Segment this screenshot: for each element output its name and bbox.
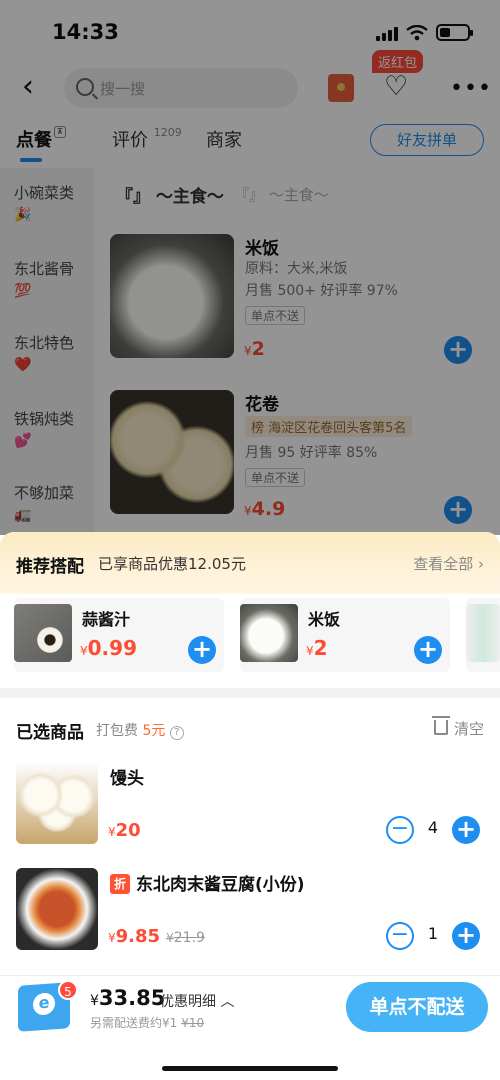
clear-button[interactable]: 清空 xyxy=(454,718,484,739)
recommend-item[interactable]: 蒜酱汁 ¥0.99 + xyxy=(14,598,224,672)
home-indicator xyxy=(162,1066,338,1071)
quantity: 4 xyxy=(427,818,439,837)
quantity: 1 xyxy=(427,924,439,943)
recommend-item-price: ¥2 xyxy=(306,636,328,660)
view-all-link[interactable]: 查看全部 › xyxy=(413,553,484,574)
increase-button[interactable]: + xyxy=(452,816,480,844)
decrease-button[interactable]: − xyxy=(386,922,414,950)
original-price: ¥21.9 xyxy=(166,930,205,946)
cart-item-name: 折东北肉末酱豆腐(小份) xyxy=(110,870,305,895)
recommend-title: 推荐搭配 xyxy=(16,557,84,577)
garlic-sauce-image xyxy=(14,604,72,662)
recommend-item-name: 蒜酱汁 xyxy=(82,610,131,629)
selected-items-panel: 已选商品 打包费 5元 ? 清空 馒头 ¥20 − 4 + 折东北肉末酱豆腐(小… xyxy=(0,688,500,980)
recommend-item-partial[interactable] xyxy=(466,598,500,672)
cart-item: 馒头 ¥20 − 4 + xyxy=(16,762,486,852)
selected-title: 已选商品 xyxy=(16,723,84,743)
total-price: ¥33.85 xyxy=(90,986,166,1010)
cart-count-badge: 5 xyxy=(58,980,78,1000)
rice-image xyxy=(240,604,298,662)
recommend-list: 蒜酱汁 ¥0.99 + 米饭 ¥2 + xyxy=(0,594,500,694)
trash-icon[interactable] xyxy=(432,716,450,735)
cart-item-price: ¥20 xyxy=(108,820,141,841)
add-to-cart-button[interactable]: + xyxy=(414,636,442,664)
recommend-item-name: 米饭 xyxy=(308,610,341,629)
recommend-header: 推荐搭配 已享商品优惠12.05元 查看全部 › xyxy=(0,532,500,594)
help-icon[interactable]: ? xyxy=(169,726,184,740)
delivery-fee-note: 另需配送费约¥1 ¥10 xyxy=(90,1016,205,1030)
recommend-item[interactable]: 米饭 ¥2 + xyxy=(240,598,450,672)
recommend-panel: 推荐搭配 已享商品优惠12.05元 查看全部 › 蒜酱汁 ¥0.99 + 米饭 … xyxy=(0,532,500,694)
checkout-button[interactable]: 单点不配送 xyxy=(346,982,488,1032)
cart-item: 折东北肉末酱豆腐(小份) ¥9.85 ¥21.9 − 1 + xyxy=(16,868,486,958)
original-delivery-fee: ¥10 xyxy=(181,1016,205,1030)
steamed-bun-image xyxy=(16,762,98,844)
checkout-bar: 5 ¥33.85 优惠明细 ︿ 另需配送费约¥1¥10 单点不配送 xyxy=(0,975,500,1080)
add-to-cart-button[interactable]: + xyxy=(188,636,216,664)
cart-item-name: 馒头 xyxy=(110,769,144,789)
recommend-item-price: ¥0.99 xyxy=(80,636,137,660)
decrease-button[interactable]: − xyxy=(386,816,414,844)
cart-item-price: ¥9.85 ¥21.9 xyxy=(108,926,205,947)
discount-detail-link[interactable]: 优惠明细 ︿ xyxy=(160,991,234,1011)
recommend-discount: 已享商品优惠12.05元 xyxy=(98,555,246,573)
bottle-image xyxy=(466,604,500,662)
increase-button[interactable]: + xyxy=(452,922,480,950)
dim-overlay[interactable] xyxy=(0,0,500,535)
tofu-image xyxy=(16,868,98,950)
packing-fee: 打包费 5元 ? xyxy=(96,720,184,740)
discount-tag: 折 xyxy=(110,874,130,894)
